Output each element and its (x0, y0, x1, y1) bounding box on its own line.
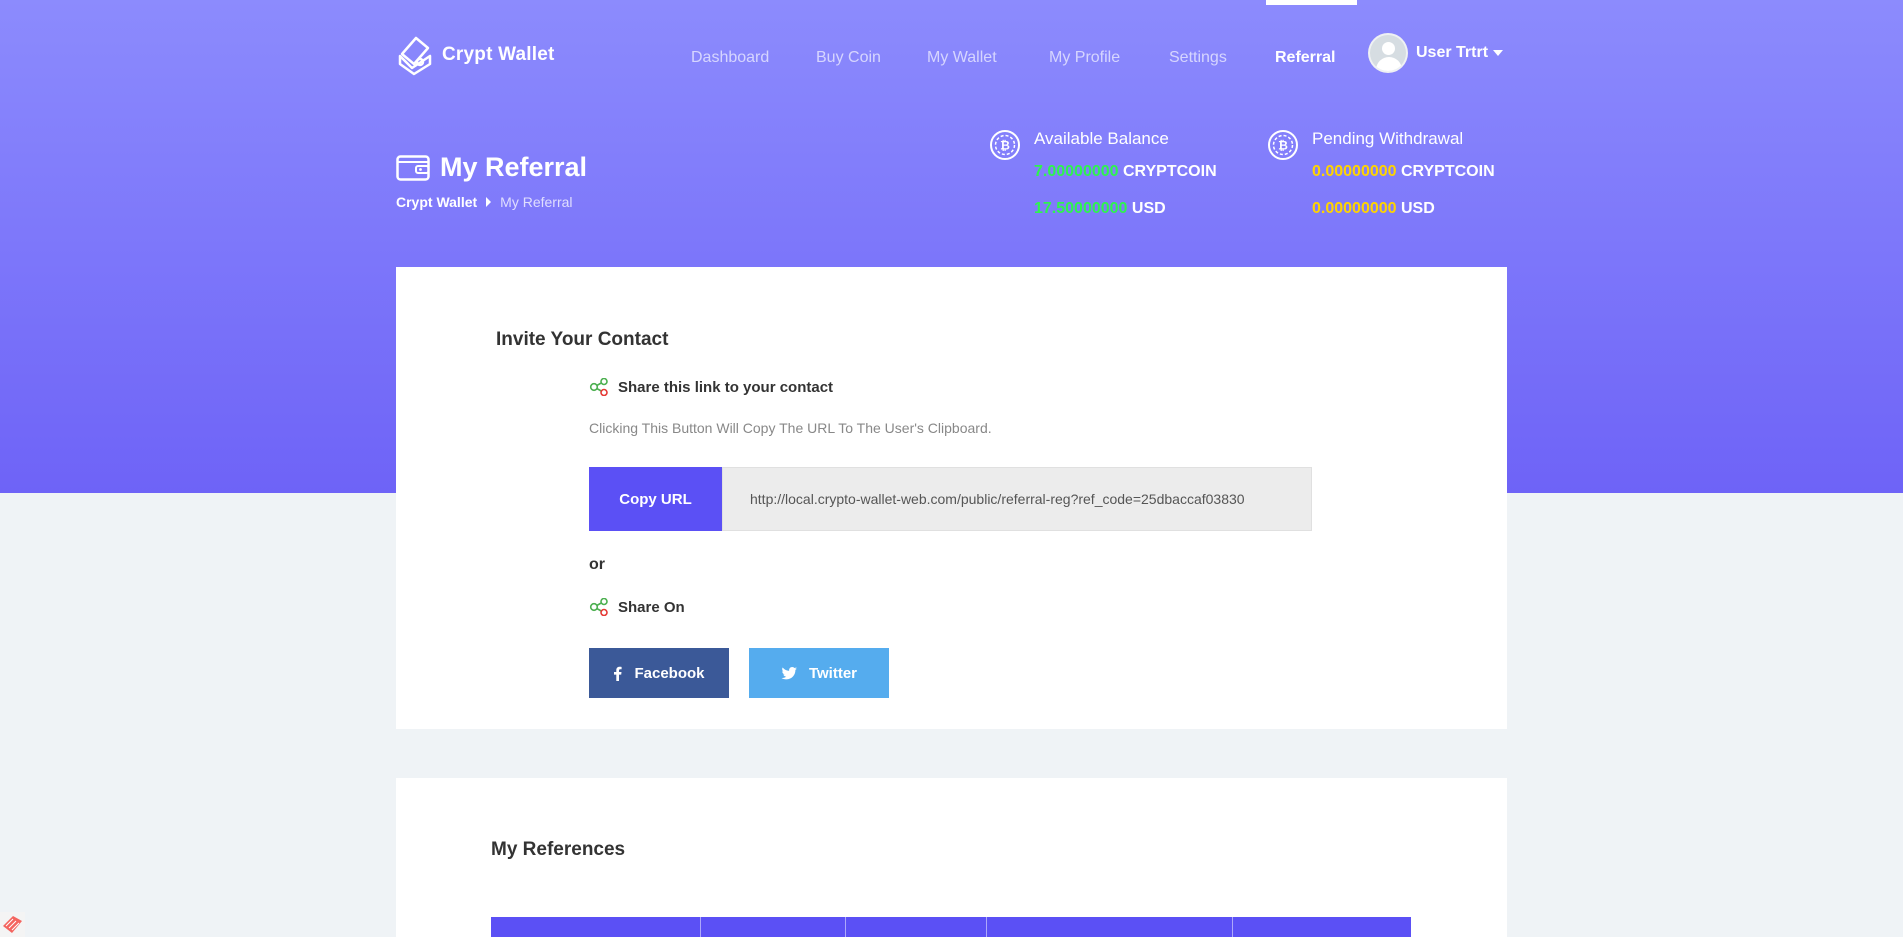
debug-toolbar-icon[interactable] (0, 912, 25, 937)
active-nav-indicator (1266, 0, 1357, 5)
pending-coin-line: 0.00000000 CRYPTCOIN (1312, 163, 1495, 181)
breadcrumb-current: My Referral (500, 194, 573, 210)
user-menu[interactable]: User Trtrt (1368, 33, 1504, 73)
wallet-icon (396, 154, 430, 181)
facebook-share-button[interactable]: Facebook (589, 648, 729, 698)
available-coin-line: 7.00000000 CRYPTCOIN (1034, 163, 1217, 181)
share-icon (589, 598, 608, 616)
references-card: My References (396, 778, 1507, 937)
available-coin-value: 7.00000000 (1034, 163, 1119, 180)
table-header-cell (1233, 917, 1411, 937)
avatar (1368, 33, 1408, 73)
share-icon (589, 378, 608, 396)
referral-url-input[interactable] (722, 467, 1312, 531)
references-title: My References (491, 839, 626, 860)
table-header-cell (846, 917, 987, 937)
copy-hint: Clicking This Button Will Copy The URL T… (589, 420, 992, 436)
svg-text:₿: ₿ (1000, 139, 1010, 153)
bitcoin-icon: ₿ (990, 130, 1020, 160)
pending-coin-unit: CRYPTCOIN (1400, 163, 1495, 180)
twitter-icon (781, 666, 797, 679)
available-usd-unit: USD (1131, 200, 1166, 217)
nav-referral[interactable]: Referral (1275, 49, 1335, 67)
copy-url-group: Copy URL (589, 467, 1312, 531)
available-balance-title: Available Balance (1034, 129, 1169, 148)
facebook-icon (614, 666, 623, 681)
nav-my-profile[interactable]: My Profile (1049, 49, 1120, 67)
table-header-cell (701, 917, 846, 937)
available-coin-unit: CRYPTCOIN (1122, 163, 1217, 180)
nav-buy-coin[interactable]: Buy Coin (816, 49, 881, 67)
pending-withdrawal-title: Pending Withdrawal (1312, 129, 1464, 148)
user-name: User Trtrt (1416, 44, 1489, 61)
twitter-label: Twitter (808, 664, 858, 682)
invite-title: Invite Your Contact (496, 329, 669, 350)
or-divider: or (589, 556, 605, 573)
share-on-heading: Share On (589, 598, 685, 616)
caret-down-icon (1493, 50, 1504, 56)
facebook-label: Facebook (634, 664, 705, 682)
breadcrumb-separator-icon (486, 197, 492, 207)
breadcrumb: Crypt Wallet My Referral (396, 194, 573, 210)
wallet-logo-icon (398, 36, 432, 76)
twitter-share-button[interactable]: Twitter (749, 648, 889, 698)
svg-text:₿: ₿ (1278, 139, 1288, 153)
pending-usd-unit: USD (1400, 200, 1435, 217)
bitcoin-icon: ₿ (1268, 130, 1298, 160)
pending-usd-line: 0.00000000 USD (1312, 200, 1435, 218)
available-usd-value: 17.50000000 (1034, 200, 1128, 217)
breadcrumb-home[interactable]: Crypt Wallet (396, 194, 477, 210)
pending-usd-value: 0.00000000 (1312, 200, 1397, 217)
share-link-label: Share this link to your contact (618, 378, 834, 396)
references-table-header (491, 917, 1411, 937)
share-link-heading: Share this link to your contact (589, 378, 833, 396)
app-logo[interactable]: Crypt Wallet (396, 34, 555, 76)
page-title: My Referral (440, 152, 588, 182)
pending-coin-value: 0.00000000 (1312, 163, 1397, 180)
copy-url-button[interactable]: Copy URL (589, 467, 722, 531)
table-header-cell (491, 917, 701, 937)
nav-settings[interactable]: Settings (1169, 49, 1227, 67)
table-header-cell (987, 917, 1233, 937)
invite-card: Invite Your Contact Share this link to y… (396, 267, 1507, 729)
nav-dashboard[interactable]: Dashboard (691, 49, 769, 67)
share-on-label: Share On (618, 598, 685, 616)
nav-my-wallet[interactable]: My Wallet (927, 49, 997, 67)
page-heading: My Referral (396, 152, 587, 183)
app-name: Crypt Wallet (442, 44, 555, 65)
available-usd-line: 17.50000000 USD (1034, 200, 1166, 218)
